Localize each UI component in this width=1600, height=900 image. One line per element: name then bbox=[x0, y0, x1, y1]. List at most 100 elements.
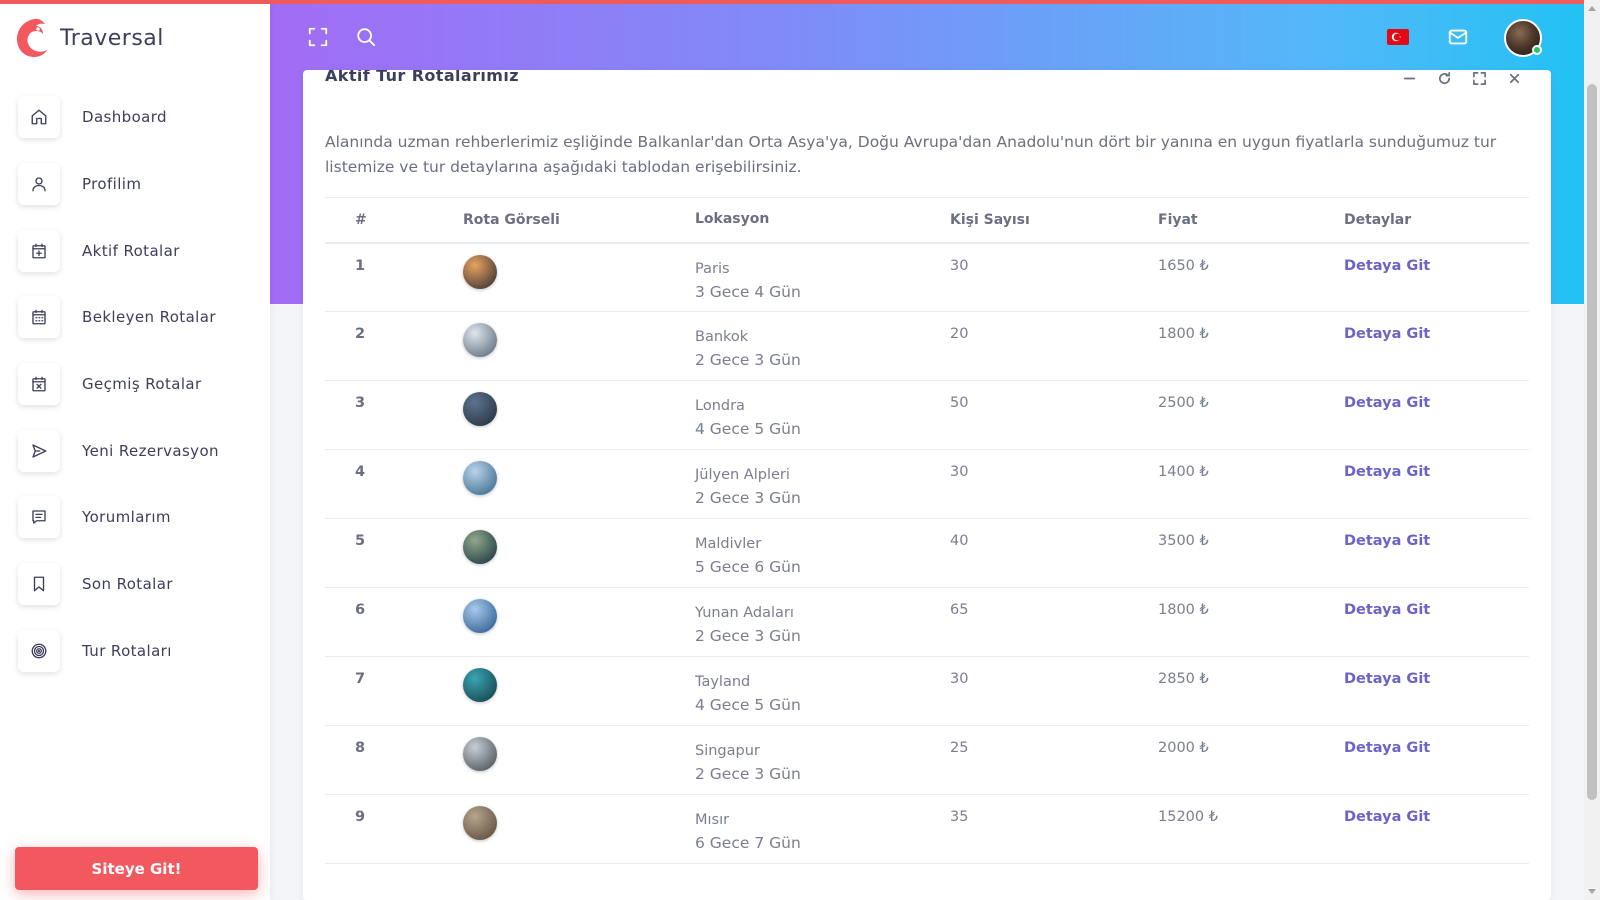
scroll-down-arrow-icon[interactable] bbox=[1588, 889, 1596, 894]
details-link[interactable]: Detaya Git bbox=[1344, 809, 1430, 825]
table-row: 8 Singapur 2 Gece 3 Gün 25 2000 ₺ Detaya Git bbox=[325, 726, 1529, 795]
reload-icon[interactable] bbox=[1436, 70, 1453, 87]
location-name: Londra bbox=[695, 398, 745, 414]
price: 2850 ₺ bbox=[1158, 671, 1209, 687]
row-location-cell: Jülyen Alpleri 2 Gece 3 Gün bbox=[695, 450, 950, 519]
details-link[interactable]: Detaya Git bbox=[1344, 464, 1430, 480]
sidebar-item-label: Dashboard bbox=[82, 108, 167, 127]
row-number: 9 bbox=[355, 809, 366, 825]
location-name: Tayland bbox=[695, 674, 751, 690]
scrollbar-thumb[interactable] bbox=[1587, 84, 1597, 800]
people-count: 25 bbox=[950, 740, 969, 756]
table-row: 4 Jülyen Alpleri 2 Gece 3 Gün 30 1400 ₺ Detay… bbox=[325, 450, 1529, 519]
details-link[interactable]: Detaya Git bbox=[1344, 602, 1430, 618]
sidebar-item-tur-rotalari[interactable]: Tur Rotaları bbox=[18, 618, 258, 685]
turkey-flag-icon[interactable] bbox=[1387, 29, 1409, 45]
sidebar-item-yorumlarim[interactable]: Yorumlarım bbox=[18, 484, 258, 551]
mail-icon[interactable] bbox=[1445, 24, 1471, 50]
send-icon bbox=[18, 429, 60, 472]
go-to-site-button[interactable]: Siteye Git! bbox=[15, 847, 258, 890]
table-body: 1 Paris 3 Gece 4 Gün 30 1650 ₺ Detaya Git 2 Ban… bbox=[325, 243, 1529, 864]
sidebar-item-label: Son Rotalar bbox=[82, 575, 173, 594]
route-thumbnail[interactable] bbox=[463, 254, 497, 289]
user-avatar[interactable] bbox=[1504, 19, 1542, 57]
details-link[interactable]: Detaya Git bbox=[1344, 395, 1430, 411]
search-icon[interactable] bbox=[353, 24, 379, 50]
details-link[interactable]: Detaya Git bbox=[1344, 326, 1430, 342]
table-header: # Rota Görseli Lokasyon Kişi Sayısı Fiya… bbox=[325, 197, 1529, 244]
people-count: 30 bbox=[950, 257, 969, 274]
scroll-up-arrow-icon[interactable] bbox=[1588, 6, 1596, 11]
sidebar-item-gecmis-rotalar[interactable]: Geçmiş Rotalar bbox=[18, 351, 258, 418]
sidebar-item-label: Yorumlarım bbox=[82, 508, 171, 527]
route-thumbnail[interactable] bbox=[463, 323, 497, 357]
route-thumbnail[interactable] bbox=[463, 599, 497, 633]
row-image-cell bbox=[463, 726, 695, 795]
row-number: 8 bbox=[355, 740, 366, 756]
row-location-cell: Paris 3 Gece 4 Gün bbox=[695, 243, 950, 312]
sidebar-item-label: Profilim bbox=[82, 175, 142, 194]
row-details-cell: Detaya Git bbox=[1344, 381, 1529, 450]
location-name: Maldivler bbox=[695, 536, 762, 552]
tour-duration: 3 Gece 4 Gün bbox=[695, 282, 801, 301]
card-title: Aktif Tur Rotalarımız bbox=[325, 70, 519, 85]
page-scrollbar[interactable] bbox=[1584, 0, 1600, 900]
people-count: 35 bbox=[950, 809, 969, 825]
expand-icon[interactable] bbox=[1471, 70, 1488, 87]
people-count: 65 bbox=[950, 602, 969, 618]
route-thumbnail[interactable] bbox=[463, 392, 497, 426]
tour-duration: 2 Gece 3 Gün bbox=[695, 351, 801, 369]
top-navbar bbox=[270, 4, 1584, 70]
sidebar-nav: Dashboard Profilim Aktif Rotalar Bekleye… bbox=[18, 84, 258, 684]
user-icon bbox=[18, 163, 60, 206]
route-thumbnail[interactable] bbox=[463, 668, 497, 702]
sidebar-item-son-rotalar[interactable]: Son Rotalar bbox=[18, 551, 258, 618]
row-details-cell: Detaya Git bbox=[1344, 657, 1529, 726]
row-number: 7 bbox=[355, 671, 366, 687]
sidebar-item-dashboard[interactable]: Dashboard bbox=[18, 84, 258, 151]
location-name: Bankok bbox=[695, 329, 749, 345]
row-number: 3 bbox=[355, 395, 366, 411]
tour-duration: 6 Gece 7 Gün bbox=[695, 834, 801, 852]
details-link[interactable]: Detaya Git bbox=[1344, 740, 1430, 756]
people-count: 30 bbox=[950, 671, 969, 687]
sidebar-item-profilim[interactable]: Profilim bbox=[18, 151, 258, 218]
location-name: Mısır bbox=[695, 812, 730, 828]
message-icon bbox=[18, 496, 60, 539]
brand[interactable]: Traversal bbox=[14, 16, 164, 60]
row-details-cell: Detaya Git bbox=[1344, 795, 1529, 864]
details-link[interactable]: Detaya Git bbox=[1344, 258, 1430, 274]
row-image-cell bbox=[463, 450, 695, 519]
row-details-cell: Detaya Git bbox=[1344, 588, 1529, 657]
row-location-cell: Singapur 2 Gece 3 Gün bbox=[695, 726, 950, 795]
column-header-image: Rota Görseli bbox=[463, 197, 695, 244]
row-location-cell: Yunan Adaları 2 Gece 3 Gün bbox=[695, 588, 950, 657]
route-thumbnail[interactable] bbox=[463, 461, 497, 495]
sidebar-item-bekleyen-rotalar[interactable]: Bekleyen Rotalar bbox=[18, 284, 258, 351]
brand-logo-icon bbox=[17, 18, 47, 57]
sidebar-item-yeni-rezervasyon[interactable]: Yeni Rezervasyon bbox=[18, 417, 258, 484]
tour-duration: 2 Gece 3 Gün bbox=[695, 489, 801, 507]
column-header-number: # bbox=[325, 197, 463, 244]
brand-name: Traversal bbox=[60, 25, 164, 51]
row-location-cell: Maldivler 5 Gece 6 Gün bbox=[695, 519, 950, 588]
route-thumbnail[interactable] bbox=[463, 737, 497, 771]
home-icon bbox=[18, 96, 60, 139]
price: 2000 ₺ bbox=[1158, 740, 1209, 756]
sidebar-item-aktif-rotalar[interactable]: Aktif Rotalar bbox=[18, 217, 258, 284]
route-thumbnail[interactable] bbox=[463, 530, 497, 564]
fullscreen-icon[interactable] bbox=[305, 24, 331, 50]
tour-duration: 2 Gece 3 Gün bbox=[695, 765, 801, 783]
row-image-cell bbox=[463, 381, 695, 450]
close-icon[interactable] bbox=[1506, 70, 1523, 87]
table-row: 3 Londra 4 Gece 5 Gün 50 2500 ₺ Detaya Git bbox=[325, 381, 1529, 450]
route-thumbnail[interactable] bbox=[463, 806, 497, 840]
row-details-cell: Detaya Git bbox=[1344, 450, 1529, 519]
online-status-dot bbox=[1532, 45, 1542, 55]
row-details-cell: Detaya Git bbox=[1344, 726, 1529, 795]
details-link[interactable]: Detaya Git bbox=[1344, 671, 1430, 687]
minimize-icon[interactable] bbox=[1401, 70, 1418, 87]
row-number: 1 bbox=[355, 257, 366, 274]
target-icon bbox=[18, 629, 60, 672]
details-link[interactable]: Detaya Git bbox=[1344, 533, 1430, 549]
